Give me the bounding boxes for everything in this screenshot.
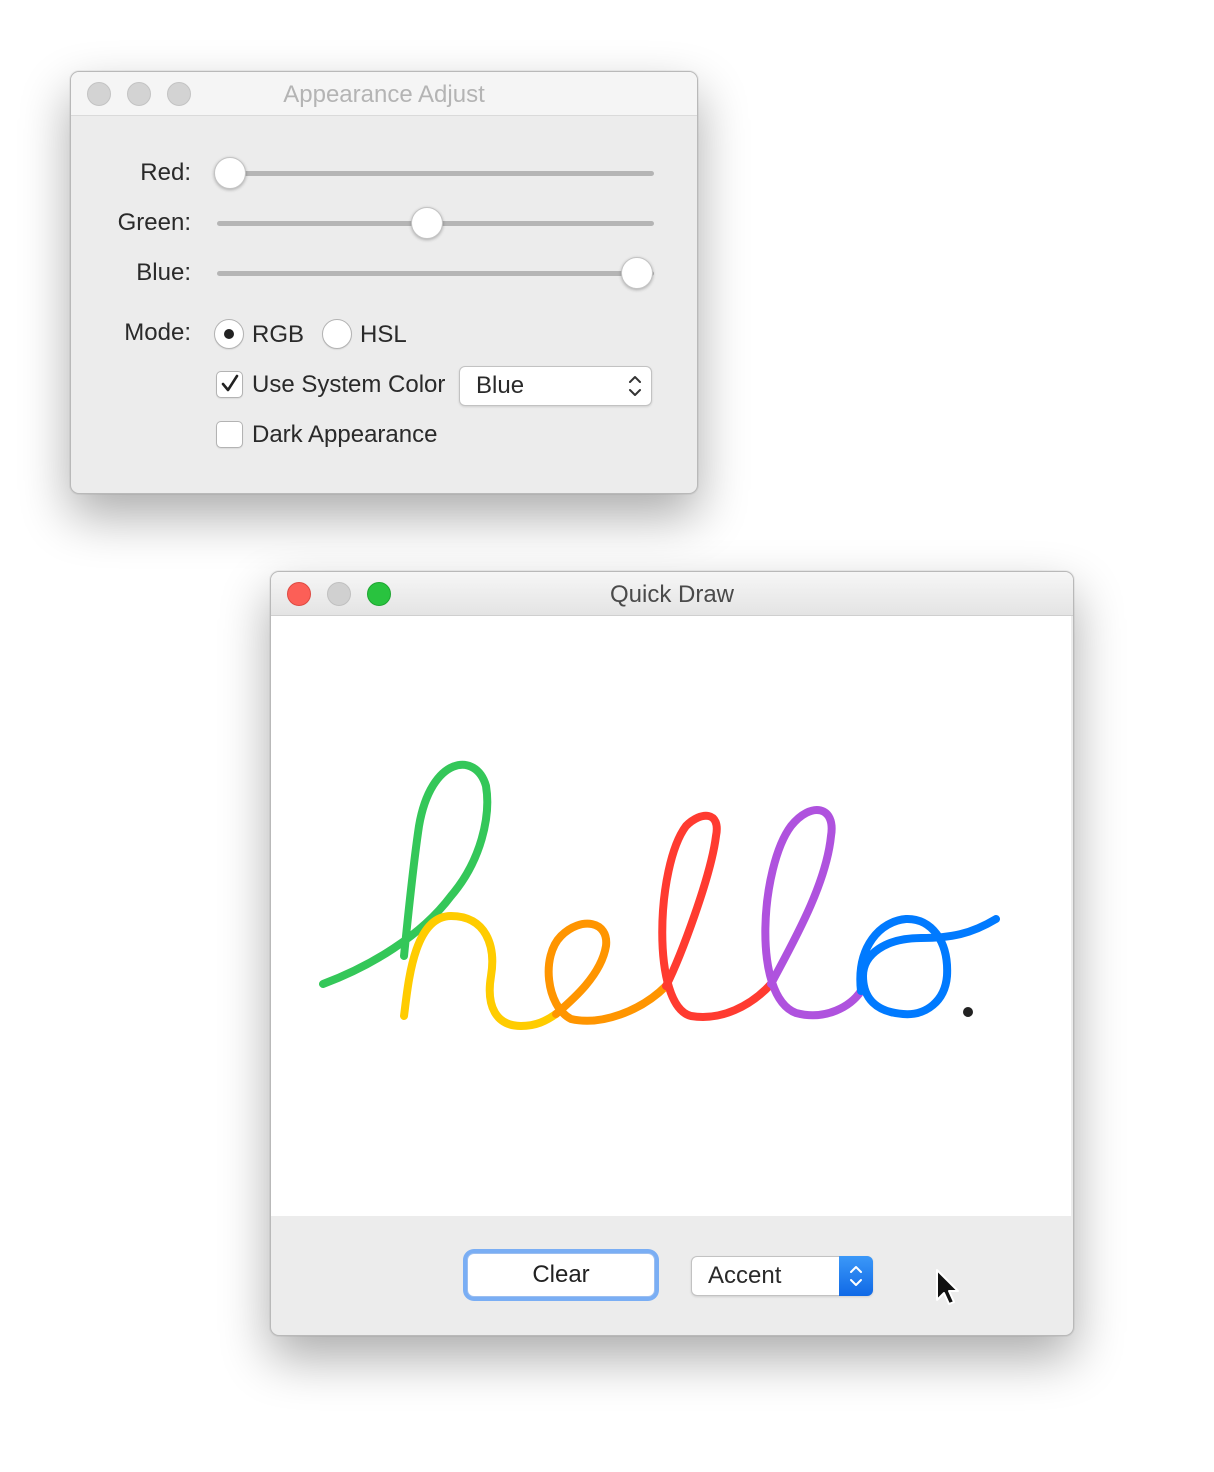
drawing-canvas[interactable] — [271, 616, 1071, 1216]
stroke-purple — [761, 806, 865, 1020]
hsl-label[interactable]: HSL — [360, 321, 407, 349]
color-popup[interactable]: Accent — [691, 1256, 873, 1296]
hello-drawing — [319, 760, 1000, 1030]
red-label: Red: — [140, 159, 191, 186]
checkmark-icon — [221, 374, 239, 392]
slider-knob[interactable] — [620, 257, 653, 289]
popup-value: Blue — [476, 372, 525, 399]
blue-slider[interactable] — [217, 256, 654, 292]
green-label: Green: — [117, 209, 191, 236]
rgb-label[interactable]: RGB — [252, 321, 304, 349]
stroke-red — [658, 811, 775, 1021]
mouse-pointer-icon — [936, 1269, 959, 1305]
rgb-radio[interactable] — [214, 319, 244, 349]
dark-appearance-label[interactable]: Dark Appearance — [252, 421, 437, 449]
red-slider[interactable] — [214, 156, 654, 192]
quick-draw-window: Quick Draw Clear Accent — [270, 571, 1074, 1336]
stroke-orange — [544, 919, 670, 1025]
slider-knob[interactable] — [410, 207, 443, 239]
appearance-adjust-window: Appearance Adjust Red: Green: Blue: Mode… — [70, 71, 698, 494]
up-down-chevron-icon — [623, 367, 647, 405]
clear-button[interactable]: Clear — [467, 1253, 655, 1297]
slider-track — [217, 271, 654, 276]
up-down-chevron-icon — [839, 1256, 873, 1296]
use-system-color-checkbox[interactable] — [216, 371, 243, 398]
window-title: Appearance Adjust — [283, 81, 485, 108]
mode-label: Mode: — [124, 319, 191, 346]
stroke-yellow — [400, 912, 560, 1030]
slider-track — [217, 171, 654, 176]
popup-value: Accent — [708, 1262, 782, 1289]
stroke-green — [319, 760, 492, 988]
blue-label: Blue: — [136, 259, 191, 286]
titlebar: Appearance Adjust — [71, 72, 697, 116]
stroke-blue — [856, 915, 1000, 1019]
green-slider[interactable] — [217, 206, 654, 242]
window-title: Quick Draw — [609, 581, 735, 608]
titlebar: Quick Draw — [271, 572, 1073, 616]
dark-appearance-checkbox[interactable] — [216, 421, 243, 448]
use-system-color-label[interactable]: Use System Color — [252, 371, 445, 399]
slider-knob[interactable] — [214, 157, 247, 189]
radio-dot — [224, 329, 234, 339]
system-color-popup[interactable]: Blue — [459, 366, 652, 406]
period-dot — [963, 1007, 973, 1017]
hsl-radio[interactable] — [322, 319, 352, 349]
